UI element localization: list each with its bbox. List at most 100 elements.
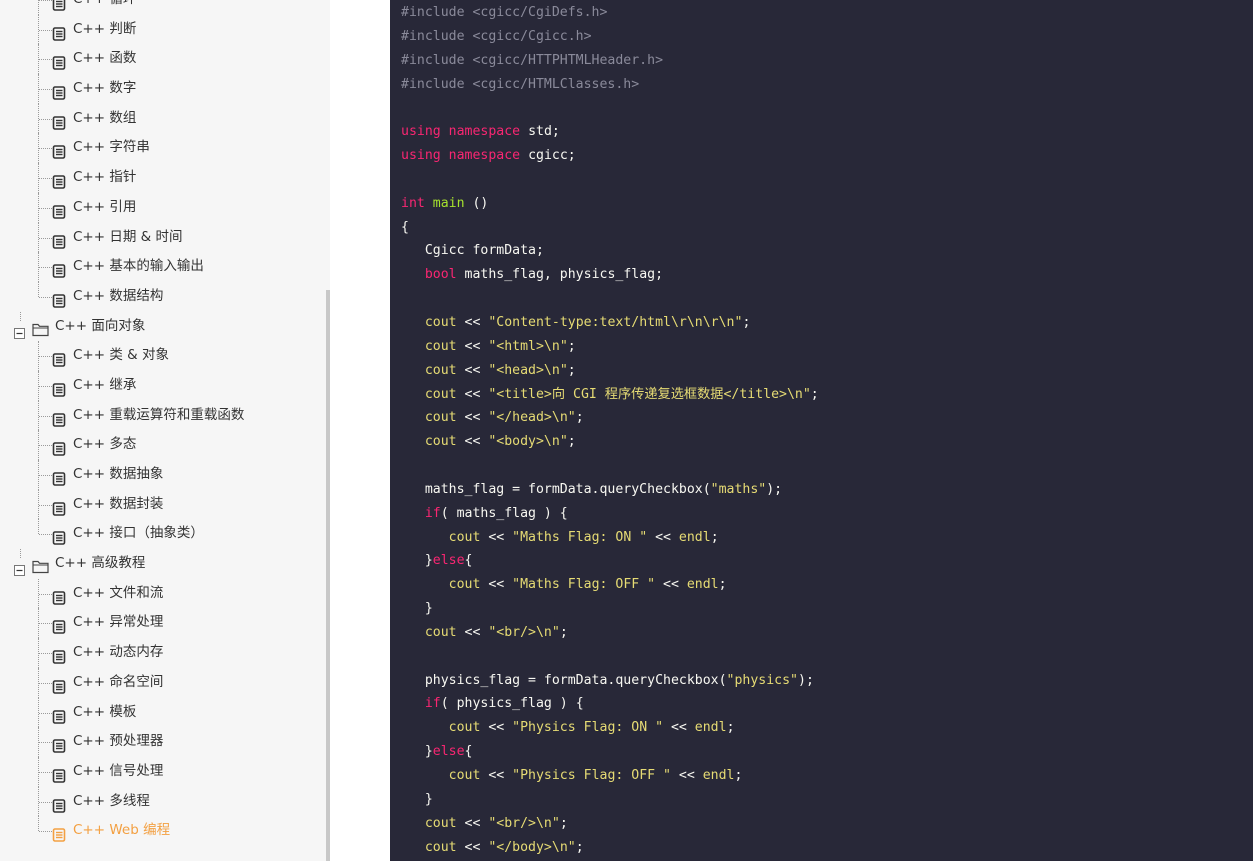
- code-token-string: "Maths Flag: ON ": [512, 529, 648, 545]
- code-token-plain: <<: [456, 338, 489, 354]
- sidebar-item-2[interactable]: C++ 函数: [0, 44, 326, 75]
- book-icon: [52, 290, 66, 308]
- sidebar-item-28[interactable]: C++ Web 编程: [0, 816, 326, 846]
- sidebar-nav: C++ 循环 C++ 判断 C++ 函数 C++ 数字 C++ 数组 C++ 字符串 C++…: [0, 0, 330, 861]
- code-line: cout << "<head>\n";: [401, 359, 819, 383]
- sidebar-item-23[interactable]: C++ 命名空间: [0, 667, 326, 698]
- tree-connector: [39, 801, 52, 803]
- code-token-string: "<br/>\n": [488, 815, 560, 831]
- collapse-toggle-icon[interactable]: [14, 558, 25, 577]
- sidebar-item-0[interactable]: C++ 循环: [0, 0, 326, 15]
- sidebar-item-4[interactable]: C++ 数组: [0, 103, 326, 134]
- sidebar-item-10[interactable]: C++ 数据结构: [0, 281, 326, 312]
- collapse-toggle-icon[interactable]: [14, 321, 25, 339]
- sidebar-item-label: C++ 数字: [73, 80, 137, 97]
- code-token-plain: }: [401, 744, 433, 760]
- code-token-string: "<html>\n": [488, 338, 568, 354]
- code-line: #include <cgicc/CgiDefs.h>: [401, 1, 819, 25]
- sidebar-item-17[interactable]: C++ 数据封装: [0, 489, 326, 520]
- code-token-plain: ;: [575, 410, 584, 426]
- code-token-preproc: #include <cgicc/HTTPHTMLHeader.h>: [401, 52, 664, 68]
- sidebar-item-1[interactable]: C++ 判断: [0, 14, 326, 45]
- sidebar-item-label: C++ 日期 & 时间: [73, 228, 183, 245]
- code-line: }: [401, 597, 819, 621]
- tree-connector: [39, 207, 52, 209]
- code-token-keyword: using: [401, 148, 441, 164]
- book-icon: [52, 824, 66, 843]
- book-icon: [52, 438, 66, 457]
- sidebar-item-label: C++ 接口（抽象类）: [73, 525, 204, 542]
- sidebar-item-21[interactable]: C++ 异常处理: [0, 608, 326, 639]
- code-token-preproc: #include <cgicc/Cgicc.h>: [401, 28, 592, 44]
- tree-connector: [39, 89, 52, 91]
- book-icon: [52, 765, 66, 783]
- code-token-string: "Content-type:text/html\r\n\r\n": [488, 314, 743, 330]
- code-token-plain: ;: [734, 768, 743, 783]
- code-token-plain: }: [401, 791, 433, 807]
- book-icon: [52, 527, 66, 546]
- sidebar-item-22[interactable]: C++ 动态内存: [0, 638, 326, 668]
- code-line: }else{: [401, 549, 819, 573]
- code-token-plain: <<: [456, 624, 489, 640]
- code-token-plain: <<: [480, 577, 513, 593]
- code-token-plain: ;: [567, 434, 576, 450]
- book-icon: [52, 201, 66, 219]
- tree-connector: [39, 296, 52, 298]
- tree-connector: [38, 816, 39, 832]
- sidebar-item-27[interactable]: C++ 多线程: [0, 786, 326, 817]
- book-icon: [52, 468, 66, 486]
- code-line: int main (): [401, 192, 819, 216]
- book-icon: [52, 587, 66, 605]
- tree-connector: [39, 712, 52, 714]
- tree-connector: [39, 475, 52, 476]
- sidebar-item-26[interactable]: C++ 信号处理: [0, 756, 326, 787]
- sidebar-item-15[interactable]: C++ 多态: [0, 430, 326, 460]
- book-icon: [52, 171, 66, 189]
- sidebar-item-25[interactable]: C++ 预处理器: [0, 727, 326, 757]
- book-icon: [52, 231, 66, 249]
- code-token-plain: (): [464, 195, 489, 211]
- sidebar-item-label: C++ 高级教程: [55, 555, 146, 572]
- sidebar-item-16[interactable]: C++ 数据抽象: [0, 460, 326, 490]
- sidebar-item-6[interactable]: C++ 指针: [0, 163, 326, 193]
- code-token-plain: <<: [480, 720, 513, 736]
- tree-connector: [39, 385, 52, 387]
- sidebar-item-13[interactable]: C++ 继承: [0, 370, 326, 401]
- tutorial-tree: C++ 循环 C++ 判断 C++ 函数 C++ 数字 C++ 数组 C++ 字符串 C++…: [0, 0, 326, 846]
- sidebar-item-5[interactable]: C++ 字符串: [0, 133, 326, 164]
- code-token-builtin: cout: [424, 624, 457, 640]
- tree-connector: [39, 29, 52, 31]
- sidebar-item-3[interactable]: C++ 数字: [0, 74, 326, 104]
- sidebar-item-18[interactable]: C++ 接口（抽象类）: [0, 519, 326, 549]
- sidebar-item-9[interactable]: C++ 基本的输入输出: [0, 252, 326, 282]
- book-icon: [52, 795, 66, 813]
- sidebar-folder-11[interactable]: C++ 面向对象: [0, 311, 326, 342]
- sidebar-item-24[interactable]: C++ 模板: [0, 697, 326, 728]
- sidebar-item-7[interactable]: C++ 引用: [0, 192, 326, 223]
- code-token-string: "</head>\n": [488, 410, 576, 426]
- code-line: using namespace cgicc;: [401, 144, 819, 168]
- code-line: #include <cgicc/HTTPHTMLHeader.h>: [401, 49, 819, 73]
- sidebar-item-label: C++ 模板: [73, 703, 137, 720]
- sidebar-item-20[interactable]: C++ 文件和流: [0, 578, 326, 609]
- code-token-keyword: if: [424, 696, 441, 712]
- book-icon: [52, 706, 66, 724]
- sidebar-item-14[interactable]: C++ 重载运算符和重载函数: [0, 400, 326, 431]
- sidebar-item-8[interactable]: C++ 日期 & 时间: [0, 222, 326, 253]
- sidebar-item-label: C++ 指针: [73, 169, 137, 186]
- tree-connector: [39, 504, 52, 506]
- tree-connector: [39, 148, 52, 150]
- sidebar-item-label: C++ 多态: [73, 436, 137, 453]
- tree-connector: [39, 623, 52, 625]
- sidebar-folder-19[interactable]: C++ 高级教程: [0, 549, 326, 579]
- sidebar-item-12[interactable]: C++ 类 & 对象: [0, 341, 326, 371]
- tree-connector: [38, 281, 39, 297]
